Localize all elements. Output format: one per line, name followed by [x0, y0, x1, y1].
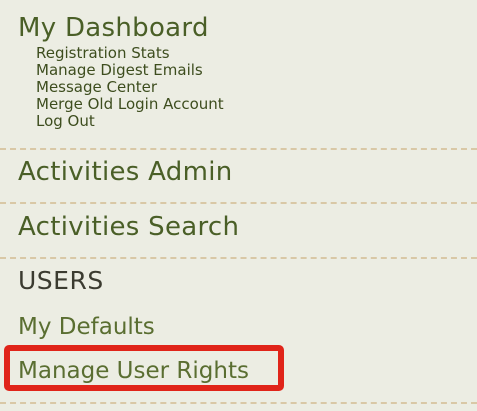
divider [0, 257, 477, 259]
highlight-annotation [4, 345, 284, 391]
dashboard-section: My Dashboard Registration Stats Manage D… [0, 0, 477, 150]
divider [0, 202, 477, 204]
manage-digest-emails-link[interactable]: Manage Digest Emails [36, 62, 224, 79]
divider [0, 402, 477, 404]
log-out-link[interactable]: Log Out [36, 113, 224, 130]
message-center-link[interactable]: Message Center [36, 79, 224, 96]
registration-stats-link[interactable]: Registration Stats [36, 45, 224, 62]
activities-admin-link[interactable]: Activities Admin [18, 156, 233, 188]
merge-old-login-account-link[interactable]: Merge Old Login Account [36, 96, 224, 113]
activities-search-link[interactable]: Activities Search [18, 211, 239, 243]
dashboard-links: Registration Stats Manage Digest Emails … [36, 45, 224, 130]
users-heading: USERS [18, 266, 104, 295]
sidebar-menu: My Dashboard Registration Stats Manage D… [0, 0, 477, 411]
divider [0, 148, 477, 150]
my-defaults-link[interactable]: My Defaults [18, 313, 155, 341]
dashboard-title[interactable]: My Dashboard [18, 12, 209, 44]
